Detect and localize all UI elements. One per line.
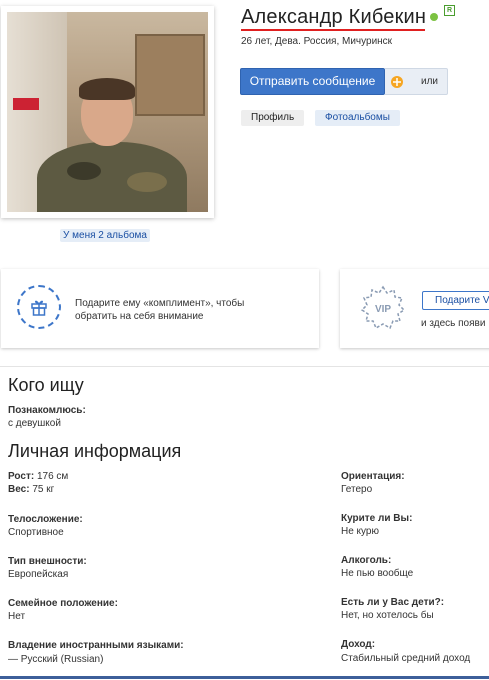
languages-label: Владение иностранными языками: (8, 640, 184, 651)
send-message-button[interactable]: Отправить сообщение (240, 68, 385, 95)
vip-promo-card: VIP Подарите V и здесь появи (340, 269, 489, 348)
gift-or-button[interactable]: или (385, 68, 448, 95)
smoking-value: Не курю (341, 526, 379, 537)
income-value: Стабильный средний доход (341, 653, 471, 664)
profile-photo-frame[interactable] (1, 6, 214, 218)
tab-photo-albums[interactable]: Фотоальбомы (315, 110, 400, 126)
vip-badge-label: VIP (375, 304, 391, 315)
photo-person-hair (79, 78, 135, 100)
orientation-label: Ориентация: (341, 471, 405, 482)
weight-field: Вес: 75 кг (8, 484, 54, 495)
gift-icon (391, 76, 403, 88)
seeking-value: с девушкой (8, 418, 61, 429)
marital-status-label: Семейное положение: (8, 598, 118, 609)
photo-background-sign (13, 98, 39, 110)
online-status-icon (430, 13, 438, 21)
bottom-border (0, 676, 489, 679)
build-value: Спортивное (8, 527, 64, 538)
section-divider (0, 366, 489, 367)
appearance-label: Тип внешности: (8, 556, 87, 567)
photo-background-board (135, 34, 205, 116)
children-label: Есть ли у Вас дети?: (341, 597, 445, 608)
or-label: или (421, 76, 439, 87)
height-field: Рост: 176 см (8, 471, 68, 482)
marital-status-value: Нет (8, 611, 26, 622)
income-label: Доход: (341, 639, 376, 650)
build-label: Телосложение: (8, 514, 83, 525)
gift-icon (31, 300, 47, 316)
gift-promo-button[interactable] (17, 285, 61, 329)
vip-promo-text: и здесь появи (421, 318, 486, 329)
name-underline (241, 29, 425, 31)
gift-promo-text: Подарите ему «комплимент», чтобы обратит… (75, 297, 275, 323)
weight-label: Вес: (8, 484, 30, 495)
tab-profile[interactable]: Профиль (241, 110, 305, 126)
languages-value: — Русский (Russian) (8, 654, 104, 665)
alcohol-value: Не пью вообще (341, 568, 414, 579)
appearance-value: Европейская (8, 569, 69, 580)
profile-name: Александр Кибекин (241, 6, 427, 28)
personal-info-heading: Личная информация (8, 441, 182, 461)
alcohol-label: Алкоголь: (341, 555, 392, 566)
seeking-label: Познакомлюсь: (8, 405, 86, 416)
height-value: 176 см (36, 471, 69, 482)
seeking-heading: Кого ищу (8, 375, 84, 395)
registered-badge: R (444, 5, 455, 16)
height-label: Рост: (8, 471, 35, 482)
gift-promo-line: Подарите ему «комплимент», чтобы (75, 298, 245, 309)
albums-link[interactable]: У меня 2 альбома (60, 229, 150, 242)
children-value: Нет, но хотелось бы (341, 610, 434, 621)
gift-promo-card: Подарите ему «комплимент», чтобы обратит… (1, 269, 319, 348)
gift-promo-line: обратить на себя внимание (75, 311, 204, 322)
orientation-value: Гетеро (341, 484, 373, 495)
smoking-label: Курите ли Вы: (341, 513, 413, 524)
photo-camo-pattern (67, 162, 101, 180)
vip-gift-button[interactable]: Подарите V (422, 291, 489, 310)
photo-camo-pattern (127, 172, 167, 192)
vip-badge-icon: VIP (360, 285, 406, 330)
profile-photo[interactable] (7, 12, 208, 212)
profile-meta: 26 лет, Дева. Россия, Мичуринск (241, 36, 393, 47)
weight-value: 75 кг (32, 484, 55, 495)
